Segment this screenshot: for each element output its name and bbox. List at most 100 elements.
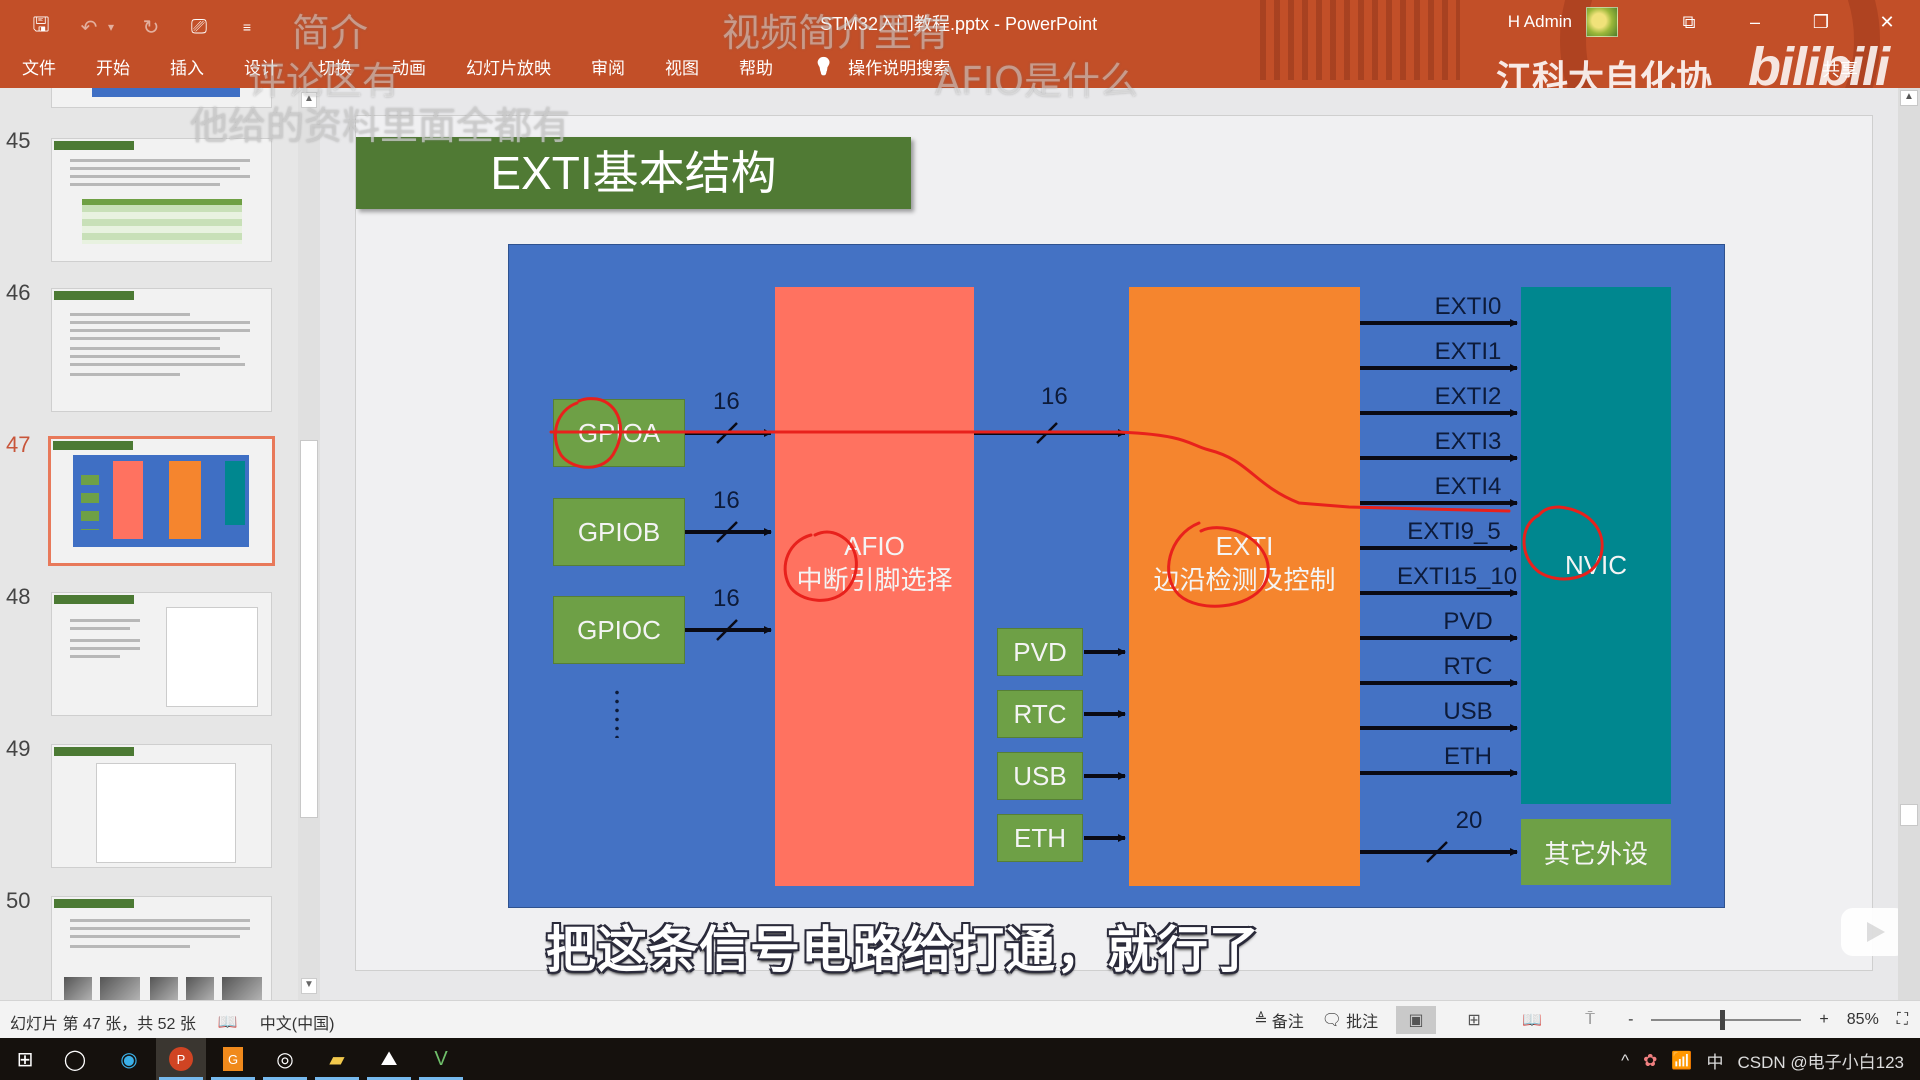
- tab-animations[interactable]: 动画: [392, 54, 426, 79]
- wifi-icon[interactable]: 📶: [1671, 1051, 1692, 1071]
- other-peripherals-block: 其它外设: [1521, 819, 1671, 885]
- zoom-in-button[interactable]: +: [1819, 1011, 1828, 1029]
- fit-to-window-icon[interactable]: ⛶: [1897, 1011, 1908, 1029]
- zoom-level[interactable]: 85%: [1847, 1011, 1879, 1029]
- quick-access-toolbar: 🖫 ↶ ▾ ↻ ⎚ ≡: [28, 10, 260, 44]
- annotation-signal-path: [549, 430, 1511, 513]
- ribbon-tabs: 文件 开始 插入 设计 切换 动画 幻灯片放映 审阅 视图 帮助 💡 操作说明搜…: [22, 54, 990, 79]
- tell-me-search[interactable]: 💡 操作说明搜索: [813, 54, 950, 79]
- language-indicator[interactable]: 中文(中国): [260, 1010, 335, 1034]
- exti-output-label: USB: [1443, 698, 1493, 725]
- bus-width-label: 16: [1041, 383, 1068, 410]
- thumbnail-number: 46: [6, 280, 31, 305]
- tray-app-icon[interactable]: ✿: [1643, 1051, 1657, 1071]
- tray-expand-icon[interactable]: ^: [1621, 1051, 1629, 1071]
- scrollbar-thumb[interactable]: [300, 440, 318, 818]
- normal-view-button[interactable]: ▣: [1396, 1006, 1437, 1034]
- scroll-up-arrow-icon[interactable]: ▲: [1900, 90, 1918, 106]
- tab-slideshow[interactable]: 幻灯片放映: [466, 54, 551, 79]
- exti-block: EXTI 边沿检测及控制: [1129, 287, 1360, 886]
- bilibili-logo: bilibili: [1748, 37, 1890, 88]
- edge-browser-icon[interactable]: ◉: [104, 1038, 154, 1080]
- customize-qat-icon[interactable]: ≡: [234, 19, 260, 35]
- thumbnail-slide-46[interactable]: [51, 288, 272, 412]
- scrollbar-thumb[interactable]: [1900, 804, 1918, 826]
- thumbnail-scrollbar[interactable]: ▲ ▼: [298, 88, 320, 1000]
- tab-file[interactable]: 文件: [22, 54, 56, 79]
- zoom-slider-handle[interactable]: [1720, 1010, 1726, 1030]
- exti-label: EXTI: [1215, 531, 1274, 561]
- comments-button[interactable]: 🗨 批注: [1322, 1008, 1378, 1032]
- share-button[interactable]: 共享: [1822, 56, 1858, 82]
- slide-canvas[interactable]: EXTI基本结构 GPIOA GPIOB GPIOC 16 16 16 AFIO…: [355, 115, 1907, 978]
- bus-slash: [1426, 841, 1448, 863]
- notes-icon: ≜: [1254, 1012, 1268, 1029]
- restore-button[interactable]: ❐: [1788, 12, 1854, 33]
- exti-output-label: RTC: [1443, 653, 1493, 680]
- tab-design[interactable]: 设计: [244, 54, 278, 79]
- ribbon-display-options-button[interactable]: ⧉: [1656, 12, 1722, 33]
- tab-home[interactable]: 开始: [96, 54, 130, 79]
- ime-indicator[interactable]: 中: [1706, 1048, 1723, 1073]
- exti-structure-diagram[interactable]: GPIOA GPIOB GPIOC 16 16 16 AFIO 中断引脚选择 1…: [508, 244, 1725, 908]
- thumbnail-number-active: 47: [6, 432, 31, 457]
- slide-counter[interactable]: 幻灯片 第 47 张，共 52 张: [10, 1010, 196, 1034]
- scroll-down-arrow-icon[interactable]: ▼: [301, 978, 317, 994]
- pvd-source-block: PVD: [997, 628, 1083, 676]
- comment-icon: 🗨: [1321, 1012, 1343, 1029]
- ellipsis-more-gpio: [615, 688, 619, 738]
- camera-app-taskbar-icon[interactable]: ◎: [260, 1038, 310, 1080]
- start-button[interactable]: ⊞: [0, 1038, 50, 1080]
- undo-dropdown-icon[interactable]: ▾: [106, 20, 116, 34]
- zoom-slider[interactable]: [1651, 1010, 1802, 1030]
- undo-icon[interactable]: ↶: [76, 15, 102, 40]
- gpioc-block: GPIOC: [553, 596, 685, 664]
- windows-taskbar: ⊞ ◯ ◉ P G ◎ ▰ ⛰ V ^ ✿ 📶 中 CSDN @电子小白123: [0, 1038, 1920, 1080]
- thumbnail-slide-48[interactable]: [51, 592, 272, 716]
- slide-scrollbar[interactable]: ▲: [1898, 88, 1920, 1000]
- photos-app-icon[interactable]: ⛰: [364, 1038, 414, 1080]
- thumbnail-44-partial[interactable]: [51, 88, 272, 108]
- powerpoint-taskbar-icon[interactable]: P: [156, 1038, 206, 1080]
- slide-sorter-view-button[interactable]: ⊞: [1454, 1006, 1494, 1034]
- reading-view-button[interactable]: 📖: [1512, 1006, 1552, 1034]
- tell-me-label: 操作说明搜索: [848, 59, 951, 78]
- thumbnail-slide-49[interactable]: [51, 744, 272, 868]
- bus-width-label: 16: [713, 487, 740, 514]
- document-app-taskbar-icon[interactable]: G: [208, 1038, 258, 1080]
- zoom-out-button[interactable]: -: [1628, 1011, 1633, 1029]
- vs-app-icon[interactable]: V: [416, 1038, 466, 1080]
- tab-transitions[interactable]: 切换: [318, 54, 352, 79]
- tab-insert[interactable]: 插入: [170, 54, 204, 79]
- slide-title[interactable]: EXTI基本结构: [356, 137, 911, 209]
- user-name[interactable]: H Admin: [1508, 12, 1572, 32]
- slideshow-view-button[interactable]: ⍑: [1570, 1006, 1610, 1034]
- save-icon[interactable]: 🖫: [28, 10, 54, 44]
- thumbnail-table: [82, 199, 242, 244]
- thumbnail-slide-47[interactable]: [48, 436, 275, 566]
- csdn-watermark: CSDN @电子小白123: [1737, 1053, 1904, 1072]
- exti-output-label: EXTI0: [1434, 293, 1502, 320]
- minimize-button[interactable]: –: [1722, 12, 1788, 33]
- tab-view[interactable]: 视图: [665, 54, 699, 79]
- tab-review[interactable]: 审阅: [591, 54, 625, 79]
- brand-watermark: 江科大自化协: [1496, 58, 1713, 88]
- cortana-search-icon[interactable]: ◯: [50, 1038, 100, 1080]
- spelling-check-icon[interactable]: 📖: [218, 1012, 238, 1032]
- avatar[interactable]: [1586, 7, 1618, 37]
- present-from-start-icon[interactable]: ⎚: [186, 16, 212, 39]
- file-explorer-icon[interactable]: ▰: [312, 1038, 362, 1080]
- tab-help[interactable]: 帮助: [739, 54, 773, 79]
- thumbnail-slide-50[interactable]: [51, 896, 272, 1000]
- notes-button[interactable]: ≜ 备注: [1254, 1008, 1303, 1032]
- redo-icon[interactable]: ↻: [138, 15, 164, 40]
- thumbnail-number: 48: [6, 584, 31, 609]
- scroll-up-arrow-icon[interactable]: ▲: [301, 92, 317, 108]
- title-bar: 🖫 ↶ ▾ ↻ ⎚ ≡ STM32入门教程.pptx - PowerPoint …: [0, 0, 1920, 88]
- thumbnail-number: 49: [6, 736, 31, 761]
- usb-source-block: USB: [997, 752, 1083, 800]
- thumbnail-slide-45[interactable]: [51, 138, 272, 262]
- close-button[interactable]: ✕: [1854, 12, 1920, 33]
- bus-slash: [716, 521, 738, 543]
- afio-block: AFIO 中断引脚选择: [775, 287, 974, 886]
